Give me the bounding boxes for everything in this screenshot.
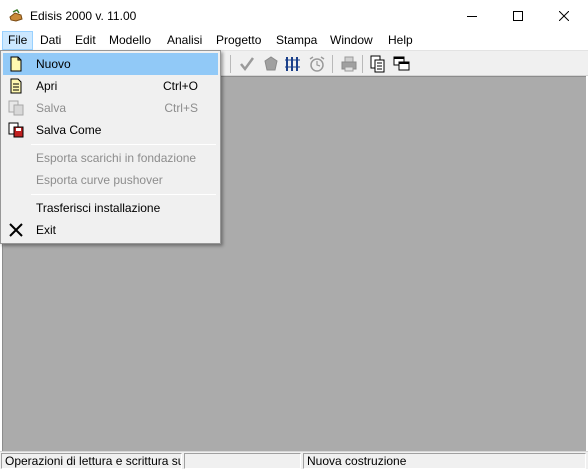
minimize-button[interactable]: [449, 0, 495, 31]
menu-item-label: Nuovo: [36, 57, 71, 71]
menu-window[interactable]: Window: [325, 31, 378, 50]
menu-edit[interactable]: Edit: [70, 31, 101, 50]
open-document-icon: [8, 78, 24, 94]
menu-item-label: Esporta curve pushover: [36, 173, 163, 187]
close-button[interactable]: [541, 0, 587, 31]
toolbar-separator: [362, 55, 363, 73]
check-icon[interactable]: [238, 55, 256, 73]
menu-help[interactable]: Help: [383, 31, 418, 50]
save-as-icon: [8, 122, 24, 138]
alarm-clock-icon[interactable]: [308, 55, 326, 73]
menu-item-shortcut: Ctrl+S: [164, 101, 198, 115]
menu-item-label: Salva Come: [36, 123, 102, 137]
menu-separator: [31, 144, 216, 145]
menu-dati[interactable]: Dati: [35, 31, 66, 50]
menu-item-salva[interactable]: Salva Ctrl+S: [3, 97, 218, 119]
menu-item-esporta-scarichi[interactable]: Esporta scarichi in fondazione: [3, 147, 218, 169]
menu-item-apri[interactable]: Apri Ctrl+O: [3, 75, 218, 97]
menu-progetto[interactable]: Progetto: [211, 31, 266, 50]
menu-analisi[interactable]: Analisi: [162, 31, 207, 50]
status-panel-project: Nuova costruzione: [303, 453, 586, 469]
new-document-icon: [8, 56, 24, 72]
menu-item-trasferisci[interactable]: Trasferisci installazione: [3, 197, 218, 219]
printer-icon[interactable]: [340, 55, 358, 73]
status-panel-operations: Operazioni di lettura e scrittura su: [1, 453, 182, 469]
cascade-windows-icon[interactable]: [393, 55, 411, 73]
maximize-button[interactable]: [495, 0, 541, 31]
menu-bar: File Dati Edit Modello Analisi Progetto …: [0, 31, 588, 50]
menu-item-exit[interactable]: Exit: [3, 219, 218, 241]
column-bars-icon[interactable]: [284, 55, 302, 73]
menu-item-label: Trasferisci installazione: [36, 201, 161, 215]
file-menu-dropdown: Nuovo Apri Ctrl+O Salva Ctrl+S Salva Com…: [0, 50, 221, 244]
menu-item-label: Apri: [36, 79, 58, 93]
close-icon: [559, 10, 569, 21]
toolbar-separator: [332, 55, 333, 73]
minimize-icon: [467, 15, 477, 17]
toolbar-separator: [230, 55, 231, 73]
menu-item-esporta-pushover[interactable]: Esporta curve pushover: [3, 169, 218, 191]
menu-file[interactable]: File: [2, 31, 34, 50]
menu-item-label: Salva: [36, 101, 67, 115]
menu-item-shortcut: Ctrl+O: [162, 79, 198, 93]
title-bar: Edisis 2000 v. 11.00: [0, 0, 588, 31]
status-bar: Operazioni di lettura e scrittura su Nuo…: [0, 451, 588, 469]
maximize-icon: [513, 10, 523, 21]
menu-separator: [31, 194, 216, 195]
save-icon: [8, 100, 24, 116]
pentagon-icon[interactable]: [262, 55, 280, 73]
copy-pages-icon[interactable]: [369, 55, 387, 73]
menu-item-salva-come[interactable]: Salva Come: [3, 119, 218, 141]
menu-item-nuovo[interactable]: Nuovo: [3, 53, 218, 75]
window-title: Edisis 2000 v. 11.00: [30, 9, 137, 23]
menu-stampa[interactable]: Stampa: [271, 31, 322, 50]
menu-item-label: Exit: [36, 223, 57, 237]
exit-x-icon: [8, 222, 24, 238]
edisis-app-icon[interactable]: [8, 8, 24, 24]
menu-item-label: Esporta scarichi in fondazione: [36, 151, 197, 165]
status-panel-empty: [184, 453, 301, 469]
menu-modello[interactable]: Modello: [104, 31, 156, 50]
